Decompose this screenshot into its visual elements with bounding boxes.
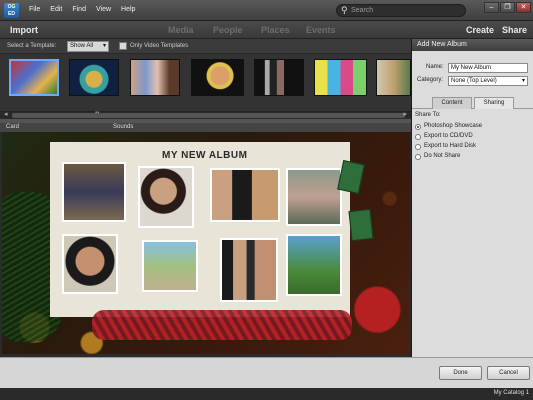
search-placeholder: Search bbox=[351, 7, 374, 14]
chevron-down-icon: ▾ bbox=[102, 43, 106, 49]
album-photo[interactable] bbox=[142, 240, 198, 292]
cancel-button[interactable]: Cancel bbox=[487, 366, 530, 380]
done-button[interactable]: Done bbox=[439, 366, 482, 380]
action-bar: Done Cancel bbox=[0, 357, 533, 388]
album-photo[interactable] bbox=[210, 168, 280, 222]
menu-bar: File Edit Find View Help bbox=[29, 6, 135, 13]
share-to-label: Share To: bbox=[415, 112, 441, 118]
close-button[interactable]: ✕ bbox=[516, 2, 531, 13]
album-title: MY NEW ALBUM bbox=[162, 150, 248, 161]
option-label: Do Not Share bbox=[424, 153, 461, 159]
gift-tag-decoration bbox=[337, 160, 365, 194]
radio-icon[interactable] bbox=[415, 154, 421, 160]
album-name-field[interactable]: My New Album bbox=[448, 63, 528, 73]
status-bar: My Catalog 1 bbox=[0, 388, 533, 400]
menu-view[interactable]: View bbox=[96, 6, 111, 13]
tab-places[interactable]: Places bbox=[261, 25, 290, 35]
search-input[interactable]: ⚲ Search bbox=[336, 4, 466, 17]
scroll-left-icon[interactable]: ◂ bbox=[4, 110, 8, 118]
only-video-label: Only Video Templates bbox=[130, 43, 189, 49]
title-bar: OG ED File Edit Find View Help ⚲ Search … bbox=[0, 0, 533, 21]
template-scrollbar[interactable]: ◂ ▪▪ ▸ bbox=[0, 110, 411, 119]
album-photo[interactable] bbox=[138, 166, 194, 228]
album-canvas[interactable]: MY NEW ALBUM bbox=[2, 132, 410, 354]
maximize-button[interactable]: ❐ bbox=[500, 2, 515, 13]
chevron-down-icon: ▾ bbox=[521, 78, 525, 84]
tab-content[interactable]: Content bbox=[432, 97, 472, 109]
template-filter-select[interactable]: Show All ▾ bbox=[67, 41, 109, 52]
album-photo[interactable] bbox=[286, 168, 342, 226]
select-template-label: Select a Template: bbox=[7, 43, 57, 49]
tab-card[interactable]: Card bbox=[6, 124, 19, 130]
template-thumbnail[interactable] bbox=[130, 59, 180, 96]
editor-tabs: Card Sounds bbox=[0, 123, 411, 132]
scrollbar-thumb[interactable] bbox=[12, 113, 405, 118]
tab-share[interactable]: Share bbox=[502, 25, 527, 35]
grip-icon: ▪▪ bbox=[95, 110, 100, 116]
menu-edit[interactable]: Edit bbox=[50, 6, 62, 13]
menu-find[interactable]: Find bbox=[72, 6, 86, 13]
radio-icon[interactable] bbox=[415, 144, 421, 150]
album-name-value: My New Album bbox=[451, 65, 492, 71]
tab-people[interactable]: People bbox=[213, 25, 243, 35]
option-label: Export to CD/DVD bbox=[424, 133, 473, 139]
radio-icon[interactable] bbox=[415, 134, 421, 140]
app-logo-icon: OG ED bbox=[4, 3, 19, 18]
template-strip: ◂ ▪▪ ▸ bbox=[0, 54, 411, 119]
template-thumbnail[interactable] bbox=[254, 59, 304, 96]
search-icon: ⚲ bbox=[341, 5, 348, 15]
option-label: Photoshop Showcase bbox=[424, 123, 483, 129]
template-thumbnail[interactable] bbox=[191, 59, 244, 96]
template-filter-value: Show All bbox=[70, 43, 94, 49]
tab-sharing[interactable]: Sharing bbox=[474, 97, 514, 109]
album-photo[interactable] bbox=[286, 234, 342, 296]
menu-file[interactable]: File bbox=[29, 6, 40, 13]
tab-import[interactable]: Import bbox=[10, 25, 38, 35]
radio-selected-icon[interactable] bbox=[415, 124, 421, 130]
category-label: Category: bbox=[417, 77, 444, 83]
name-label: Name: bbox=[426, 64, 444, 70]
panel-tabs: Content Sharing bbox=[412, 96, 533, 109]
album-photo[interactable] bbox=[62, 162, 126, 222]
gift-tag-decoration bbox=[348, 208, 374, 242]
tab-media[interactable]: Media bbox=[168, 25, 194, 35]
add-album-panel: Add New Album Name: My New Album Categor… bbox=[411, 39, 533, 357]
scroll-right-icon[interactable]: ▸ bbox=[403, 110, 407, 118]
tab-events[interactable]: Events bbox=[306, 25, 336, 35]
album-photo[interactable] bbox=[62, 234, 118, 294]
mode-bar: Import Media People Places Events Create… bbox=[0, 21, 533, 39]
menu-help[interactable]: Help bbox=[121, 6, 135, 13]
category-value: None (Top Level) bbox=[451, 78, 497, 84]
ribbon-decoration bbox=[92, 310, 352, 340]
template-thumbnail[interactable] bbox=[69, 59, 119, 96]
tab-create[interactable]: Create bbox=[466, 25, 494, 35]
only-video-checkbox[interactable] bbox=[119, 42, 127, 50]
panel-title: Add New Album bbox=[412, 39, 533, 51]
template-toolbar: Select a Template: Show All ▾ Only Video… bbox=[0, 39, 411, 54]
window-controls: – ❐ ✕ bbox=[484, 2, 531, 13]
category-select[interactable]: None (Top Level) ▾ bbox=[448, 76, 528, 86]
catalog-name[interactable]: My Catalog 1 bbox=[494, 390, 529, 396]
option-label: Export to Hard Disk bbox=[424, 143, 477, 149]
tab-sounds[interactable]: Sounds bbox=[113, 124, 133, 130]
template-thumbnail[interactable] bbox=[9, 59, 59, 96]
template-thumbnail[interactable] bbox=[314, 59, 367, 96]
album-photo[interactable] bbox=[220, 238, 278, 302]
minimize-button[interactable]: – bbox=[484, 2, 499, 13]
template-thumbnail[interactable] bbox=[376, 59, 411, 96]
album-card[interactable]: MY NEW ALBUM bbox=[50, 142, 350, 317]
